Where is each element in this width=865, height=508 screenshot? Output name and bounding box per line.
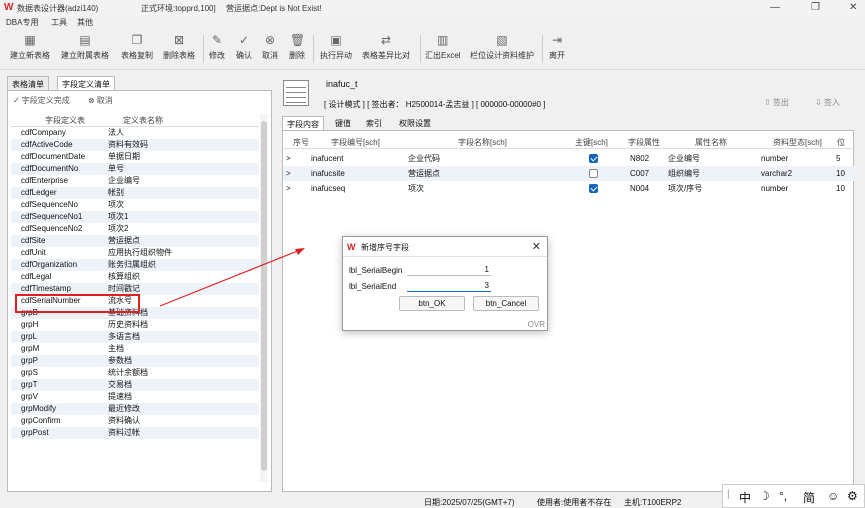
dialog-cancel-button[interactable]: btn_Cancel: [473, 296, 539, 311]
ime-moon-icon[interactable]: ☽: [759, 489, 770, 503]
status-user: 使用者:使用者不存在: [537, 498, 612, 507]
dialog-logo-icon: W: [347, 242, 356, 252]
status-host: 主机:T100ERP2: [624, 498, 682, 507]
serial-begin-input[interactable]: 1: [407, 264, 491, 276]
serial-end-label: lbl_SerialEnd: [349, 282, 397, 291]
serial-number-dialog: W 新增序号字段 ✕ lbl_SerialBegin 1 lbl_SerialE…: [342, 236, 548, 331]
ime-emoji-icon[interactable]: ☺: [827, 489, 839, 503]
serial-end-input[interactable]: 3: [407, 280, 491, 292]
ovr-indicator: OVR: [527, 320, 545, 329]
ime-lang[interactable]: 中: [739, 489, 751, 506]
ok-button[interactable]: btn_OK: [399, 296, 465, 311]
status-date: 日期:2025/07/25(GMT+7): [424, 498, 515, 507]
ime-drag-handle[interactable]: |: [727, 489, 730, 500]
serial-begin-label: lbl_SerialBegin: [349, 266, 403, 275]
dialog-title-bar: W 新增序号字段 ✕: [343, 237, 547, 257]
dialog-close-icon[interactable]: ✕: [532, 240, 541, 253]
dialog-title: 新增序号字段: [361, 243, 409, 252]
ime-toolbar: | 中 ☽ °, 简 ☺ ⚙: [722, 484, 865, 508]
ime-simplified[interactable]: 简: [803, 489, 815, 506]
ime-settings-icon[interactable]: ⚙: [847, 489, 858, 503]
ime-punct[interactable]: °,: [779, 489, 787, 503]
